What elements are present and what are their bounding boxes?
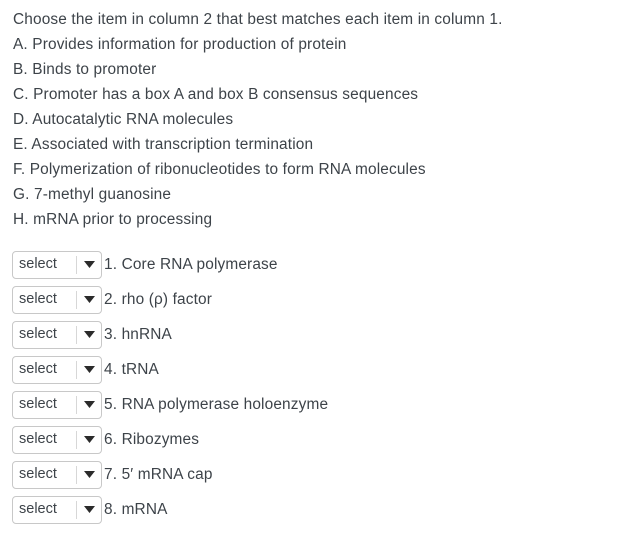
matching-row-label-5: 5. RNA polymerase holoenzyme — [104, 396, 329, 413]
column1-option-f: F. Polymerization of ribonucleotides to … — [13, 161, 426, 178]
matching-row: select 2. rho (ρ) factor — [12, 282, 632, 317]
chevron-down-icon — [77, 252, 101, 278]
chevron-down-icon — [77, 322, 101, 348]
answer-select-7-value: select — [19, 466, 57, 483]
question-page: Choose the item in column 2 that best ma… — [0, 0, 642, 557]
answer-select-2[interactable]: select — [12, 285, 102, 314]
chevron-down-icon — [77, 287, 101, 313]
column1-option-g: G. 7-methyl guanosine — [13, 186, 172, 203]
column1-option-c: C. Promoter has a box A and box B consen… — [13, 86, 419, 103]
answer-select-7[interactable]: select — [12, 460, 102, 489]
matching-row: select 4. tRNA — [12, 352, 632, 387]
answer-select-6[interactable]: select — [12, 425, 102, 454]
answer-select-3-value: select — [19, 326, 57, 343]
answer-select-3[interactable]: select — [12, 320, 102, 349]
chevron-down-icon — [77, 427, 101, 453]
matching-row-label-7: 7. 5′ mRNA cap — [104, 466, 213, 483]
answer-select-6-value: select — [19, 431, 57, 448]
column1-option-b: B. Binds to promoter — [13, 61, 157, 78]
answer-select-5[interactable]: select — [12, 390, 102, 419]
column1-option-d: D. Autocatalytic RNA molecules — [13, 111, 234, 128]
chevron-down-icon — [77, 497, 101, 523]
chevron-down-icon — [77, 392, 101, 418]
column1-option-e: E. Associated with transcription termina… — [13, 136, 314, 153]
matching-row-label-6: 6. Ribozymes — [104, 431, 200, 448]
answer-select-4-value: select — [19, 361, 57, 378]
column1-option-h: H. mRNA prior to processing — [13, 211, 213, 228]
answer-select-1[interactable]: select — [12, 250, 102, 279]
matching-row-label-2: 2. rho (ρ) factor — [104, 291, 213, 308]
matching-row: select 8. mRNA — [12, 492, 632, 527]
matching-row: select 3. hnRNA — [12, 317, 632, 352]
answer-select-5-value: select — [19, 396, 57, 413]
column1-option-a: A. Provides information for production o… — [13, 36, 347, 53]
chevron-down-icon — [77, 357, 101, 383]
chevron-down-icon — [77, 462, 101, 488]
matching-row-label-8: 8. mRNA — [104, 501, 168, 518]
matching-row: select 5. RNA polymerase holoenzyme — [12, 387, 632, 422]
matching-row: select 6. Ribozymes — [12, 422, 632, 457]
answer-select-4[interactable]: select — [12, 355, 102, 384]
answer-select-8[interactable]: select — [12, 495, 102, 524]
matching-row: select 7. 5′ mRNA cap — [12, 457, 632, 492]
question-prompt: Choose the item in column 2 that best ma… — [13, 11, 503, 28]
matching-row-label-3: 3. hnRNA — [104, 326, 172, 343]
matching-row-label-1: 1. Core RNA polymerase — [104, 256, 278, 273]
question-text-block: Choose the item in column 2 that best ma… — [13, 7, 633, 232]
matching-row: select 1. Core RNA polymerase — [12, 247, 632, 282]
answer-select-1-value: select — [19, 256, 57, 273]
matching-row-label-4: 4. tRNA — [104, 361, 159, 378]
matching-rows-list: select 1. Core RNA polymerase select 2. … — [12, 247, 632, 527]
answer-select-2-value: select — [19, 291, 57, 308]
answer-select-8-value: select — [19, 501, 57, 518]
